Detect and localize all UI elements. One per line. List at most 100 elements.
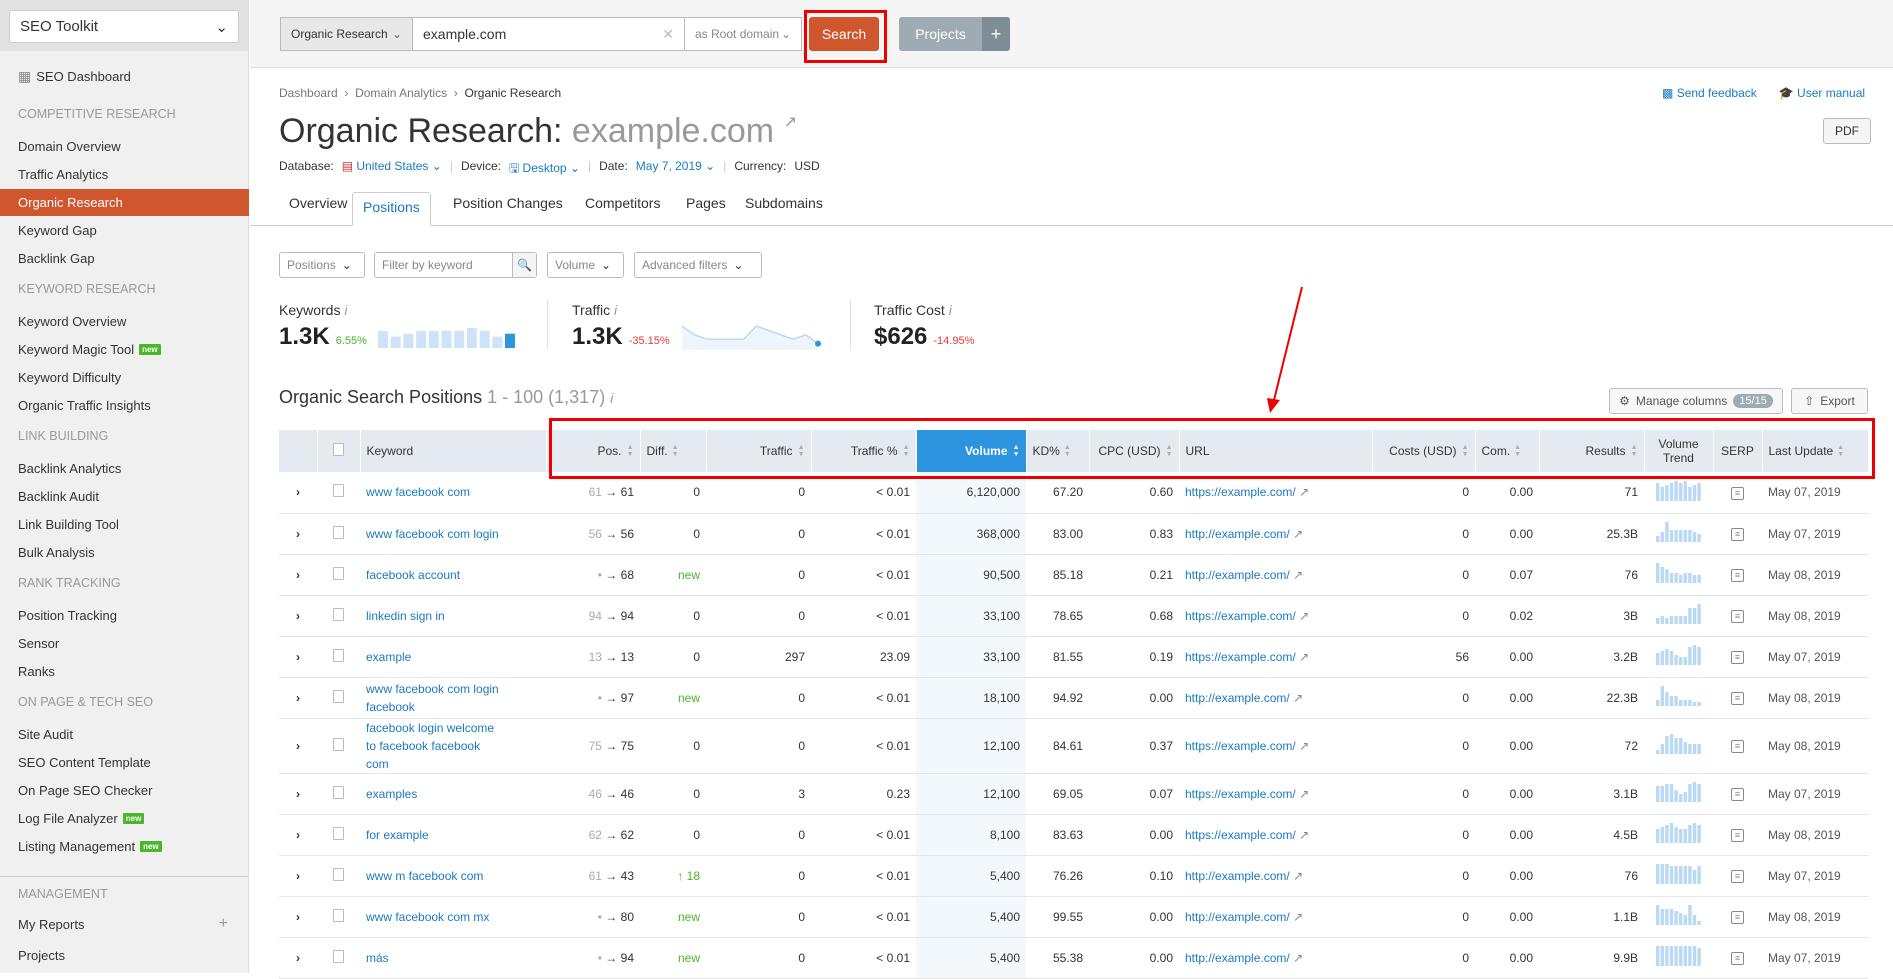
url-link[interactable]: https://example.com/ xyxy=(1185,739,1296,753)
sidebar-item-bulk-analysis[interactable]: Bulk Analysis xyxy=(18,541,95,563)
expand-row-icon[interactable]: › xyxy=(279,937,317,979)
sort-icon[interactable]: ▲ ▼ xyxy=(902,444,910,458)
sidebar-item-domain-overview[interactable]: Domain Overview xyxy=(18,135,121,157)
advanced-filters[interactable]: Advanced filters ⌄ xyxy=(634,252,762,278)
sidebar-item-link-building-tool[interactable]: Link Building Tool xyxy=(18,513,119,535)
column-header-cpc-usd-[interactable]: CPC (USD) ▲ ▼ xyxy=(1089,430,1180,472)
keyword-link[interactable]: facebook account xyxy=(366,566,506,584)
external-link-icon[interactable]: ↗ xyxy=(1293,527,1303,541)
sidebar-item-keyword-difficulty[interactable]: Keyword Difficulty xyxy=(18,366,121,388)
external-link-icon[interactable]: ↗ xyxy=(1299,650,1309,664)
sidebar-item-site-audit[interactable]: Site Audit xyxy=(18,723,73,745)
external-link-icon[interactable]: ↗ xyxy=(1293,951,1303,965)
report-type-select[interactable]: Organic Research ⌄ xyxy=(280,17,413,51)
date-select[interactable]: May 7, 2019 ⌄ xyxy=(636,159,715,180)
url-link[interactable]: http://example.com/ xyxy=(1185,951,1290,965)
url-link[interactable]: https://example.com/ xyxy=(1185,787,1296,801)
sidebar-item-organic-traffic-insights[interactable]: Organic Traffic Insights xyxy=(18,394,151,416)
row-checkbox[interactable] xyxy=(333,566,344,580)
row-checkbox[interactable] xyxy=(333,908,344,922)
sidebar-item-on-page-seo-checker[interactable]: On Page SEO Checker xyxy=(18,779,152,801)
expand-row-icon[interactable]: › xyxy=(279,636,317,678)
row-checkbox[interactable] xyxy=(333,785,344,799)
expand-row-icon[interactable]: › xyxy=(279,896,317,938)
serp-icon[interactable]: ≡ xyxy=(1713,513,1762,555)
sidebar-item-backlink-gap[interactable]: Backlink Gap xyxy=(18,247,95,269)
url-link[interactable]: http://example.com/ xyxy=(1185,869,1290,883)
tab-subdomains[interactable]: Subdomains xyxy=(745,195,823,211)
serp-icon[interactable]: ≡ xyxy=(1713,595,1762,637)
external-link-icon[interactable]: ↗ xyxy=(1293,910,1303,924)
expand-row-icon[interactable]: › xyxy=(279,677,317,719)
expand-row-icon[interactable]: › xyxy=(279,814,317,856)
sort-icon[interactable]: ▲ ▼ xyxy=(1837,444,1845,458)
select-all-checkbox[interactable] xyxy=(333,443,344,456)
external-link-icon[interactable]: ↗ xyxy=(1299,828,1309,842)
volume-filter[interactable]: Volume ⌄ xyxy=(547,252,624,278)
column-header-last-update[interactable]: Last Update ▲ ▼ xyxy=(1762,430,1869,472)
sidebar-item-seo-dashboard[interactable]: ▦ SEO Dashboard xyxy=(18,65,131,87)
sidebar-item-backlink-analytics[interactable]: Backlink Analytics xyxy=(18,457,121,479)
serp-icon[interactable]: ≡ xyxy=(1713,855,1762,897)
send-feedback-link[interactable]: ▩ Send feedback xyxy=(1662,86,1757,100)
external-link-icon[interactable]: ↗ xyxy=(1299,485,1309,499)
keyword-link[interactable]: examples xyxy=(366,785,506,803)
serp-icon[interactable]: ≡ xyxy=(1713,677,1762,719)
external-link-icon[interactable]: ↗ xyxy=(1293,568,1303,582)
sort-icon[interactable]: ▲ ▼ xyxy=(1064,444,1072,458)
row-checkbox[interactable] xyxy=(333,525,344,539)
clear-icon[interactable]: ✕ xyxy=(662,26,674,43)
keyword-link[interactable]: www facebook com login xyxy=(366,525,506,543)
row-checkbox[interactable] xyxy=(333,607,344,621)
url-link[interactable]: https://example.com/ xyxy=(1185,828,1296,842)
sidebar-item-my-reports[interactable]: My Reports + xyxy=(18,913,228,935)
url-link[interactable]: http://example.com/ xyxy=(1185,910,1290,924)
tab-positions[interactable]: Positions xyxy=(352,192,431,226)
pdf-button[interactable]: PDF xyxy=(1823,118,1871,144)
column-header-kd-[interactable]: KD% ▲ ▼ xyxy=(1026,430,1090,472)
keyword-link[interactable]: www facebook com xyxy=(366,483,506,501)
url-link[interactable]: https://example.com/ xyxy=(1185,609,1296,623)
sort-icon[interactable]: ▲ ▼ xyxy=(1461,444,1469,458)
url-link[interactable]: https://example.com/ xyxy=(1185,650,1296,664)
export-button[interactable]: ⇧ Export xyxy=(1791,388,1868,414)
breadcrumb-domain-analytics[interactable]: Domain Analytics xyxy=(355,86,447,100)
column-header-pos-[interactable]: Pos. ▲ ▼ xyxy=(546,430,641,472)
url-link[interactable]: http://example.com/ xyxy=(1185,527,1290,541)
tab-competitors[interactable]: Competitors xyxy=(585,195,660,211)
keyword-link[interactable]: for example xyxy=(366,826,506,844)
expand-row-icon[interactable]: › xyxy=(279,718,317,774)
sort-icon[interactable]: ▲ ▼ xyxy=(1165,444,1173,458)
expand-row-icon[interactable]: › xyxy=(279,513,317,555)
column-header-traffic[interactable]: Traffic ▲ ▼ xyxy=(706,430,812,472)
row-checkbox[interactable] xyxy=(333,867,344,881)
column-header-traffic-[interactable]: Traffic % ▲ ▼ xyxy=(811,430,917,472)
column-header-com-[interactable]: Com. ▲ ▼ xyxy=(1475,430,1540,472)
search-button[interactable]: Search xyxy=(809,17,879,51)
external-link-icon[interactable]: ↗ xyxy=(784,114,797,131)
sidebar-item-listing-management[interactable]: Listing Management new xyxy=(18,835,162,857)
sort-icon[interactable]: ▲ ▼ xyxy=(1012,444,1020,458)
row-checkbox[interactable] xyxy=(333,949,344,963)
sidebar-item-traffic-analytics[interactable]: Traffic Analytics xyxy=(18,163,108,185)
search-icon[interactable]: 🔍 xyxy=(512,253,536,277)
serp-icon[interactable]: ≡ xyxy=(1713,896,1762,938)
plus-icon[interactable]: + xyxy=(219,915,228,933)
serp-icon[interactable]: ≡ xyxy=(1713,554,1762,596)
sidebar-item-log-file-analyzer[interactable]: Log File Analyzer new xyxy=(18,807,145,829)
sort-icon[interactable]: ▲ ▼ xyxy=(626,444,634,458)
scope-select[interactable]: as Root domain ⌄ xyxy=(684,17,802,51)
expand-row-icon[interactable]: › xyxy=(279,554,317,596)
breadcrumb-dashboard[interactable]: Dashboard xyxy=(279,86,338,100)
serp-icon[interactable]: ≡ xyxy=(1713,937,1762,979)
expand-row-icon[interactable]: › xyxy=(279,855,317,897)
column-header-costs-usd-[interactable]: Costs (USD) ▲ ▼ xyxy=(1372,430,1476,472)
sidebar-item-ranks[interactable]: Ranks xyxy=(18,660,55,682)
row-checkbox[interactable] xyxy=(333,484,344,498)
url-link[interactable]: https://example.com/ xyxy=(1185,485,1296,499)
keyword-link[interactable]: más xyxy=(366,949,506,967)
sidebar-item-seo-content-template[interactable]: SEO Content Template xyxy=(18,751,151,773)
keyword-link[interactable]: www facebook com mx xyxy=(366,908,506,926)
keyword-link[interactable]: www m facebook com xyxy=(366,867,506,885)
row-checkbox[interactable] xyxy=(333,648,344,662)
